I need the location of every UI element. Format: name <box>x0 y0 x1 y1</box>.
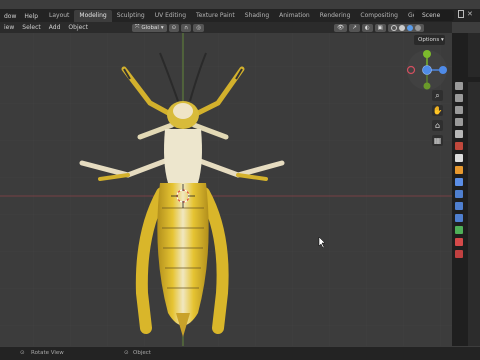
eye-icon: 👁 <box>337 24 345 31</box>
thorax <box>164 129 202 183</box>
solid-shading-icon[interactable] <box>398 24 405 31</box>
status-bar: ⊙ Rotate View ⊙ Object <box>0 347 480 360</box>
mouse-middle-icon: ⊙ <box>20 350 25 356</box>
particles-icon[interactable] <box>455 190 463 198</box>
top-right-icons: ✕ <box>458 10 473 18</box>
pivot-dropdown[interactable]: ⊙ <box>168 23 180 32</box>
viewport-nav-tools: ⌕ ✋ ⌂ ▦ <box>432 90 446 146</box>
modifier-icon[interactable] <box>455 178 463 186</box>
navigation-gizmo[interactable] <box>406 50 447 90</box>
constraints-icon[interactable] <box>455 214 463 222</box>
tab-animation[interactable]: Animation <box>274 10 315 22</box>
overlay-icon: ◐ <box>364 24 370 31</box>
options-button[interactable]: Options ▾ <box>414 35 445 45</box>
workspace-tabs: Layout Modeling Sculpting UV Editing Tex… <box>44 10 449 22</box>
data-icon[interactable] <box>455 226 463 234</box>
grid-view-icon[interactable]: ▦ <box>432 135 443 146</box>
proportional-toggle[interactable]: ◎ <box>193 23 205 32</box>
gizmo-z-positive[interactable] <box>439 66 447 74</box>
visibility-dropdown[interactable]: 👁 <box>334 23 348 32</box>
snap-toggle[interactable]: ∩ <box>181 23 192 32</box>
options-label: Options <box>418 37 440 43</box>
hand-icon[interactable]: ✋ <box>432 105 443 116</box>
collection-icon[interactable] <box>455 154 463 162</box>
tab-uv-editing[interactable]: UV Editing <box>150 10 191 22</box>
scene-icon[interactable] <box>455 130 463 138</box>
render-icon[interactable] <box>455 94 463 102</box>
add-menu[interactable]: Add <box>45 24 65 31</box>
xray-toggle[interactable]: ▣ <box>374 23 386 32</box>
status-left: Rotate View <box>31 350 64 356</box>
main-menu: dow Help <box>0 10 42 22</box>
gizmo-toggle[interactable]: ↗ <box>349 23 360 32</box>
tab-layout[interactable]: Layout <box>44 10 74 22</box>
viewport-header: iew Select Add Object ⤧ Global ▾ ⊙ ∩ ◎ 👁… <box>0 22 452 33</box>
tool-icon[interactable] <box>455 82 463 90</box>
zoom-icon[interactable]: ⌕ <box>432 90 443 101</box>
tab-texture-paint[interactable]: Texture Paint <box>191 10 240 22</box>
material-shading-icon[interactable] <box>406 24 413 31</box>
copy-icon[interactable] <box>458 10 464 18</box>
object-icon[interactable] <box>455 166 463 174</box>
proportional-icon: ◎ <box>196 24 202 31</box>
gizmo-y-positive[interactable] <box>423 50 431 58</box>
viewport-canvas <box>0 33 452 346</box>
camera-icon[interactable]: ⌂ <box>432 120 443 131</box>
tab-rendering[interactable]: Rendering <box>315 10 356 22</box>
gizmo-icon: ↗ <box>352 24 357 31</box>
magnet-icon: ∩ <box>184 24 189 31</box>
scene-selector[interactable]: Scene <box>414 10 454 21</box>
select-menu[interactable]: Select <box>18 24 45 31</box>
object-menu[interactable]: Object <box>64 24 92 31</box>
menu-help[interactable]: Help <box>20 13 42 20</box>
face <box>173 103 193 119</box>
texture-icon[interactable] <box>455 250 463 258</box>
properties-tabs <box>455 82 465 258</box>
menu-window[interactable]: dow <box>0 13 20 20</box>
material-icon[interactable] <box>455 238 463 246</box>
3d-viewport[interactable]: Options ▾ <box>0 33 452 346</box>
scene-name: Scene <box>422 12 441 19</box>
view-menu[interactable]: iew <box>0 24 18 31</box>
properties-panel <box>468 82 480 346</box>
tab-sculpting[interactable]: Sculpting <box>112 10 150 22</box>
mouse-right-icon: ⊙ <box>124 350 129 356</box>
rendered-shading-icon[interactable] <box>414 24 421 31</box>
chevron-down-icon: ▾ <box>160 24 164 31</box>
pivot-icon: ⊙ <box>171 24 177 31</box>
output-icon[interactable] <box>455 106 463 114</box>
chevron-down-icon: ▾ <box>440 37 444 43</box>
tab-modeling[interactable]: Modeling <box>74 10 112 22</box>
shading-modes[interactable] <box>387 23 424 32</box>
orientation-label: Global <box>141 24 159 31</box>
gizmo-y-negative[interactable] <box>423 82 431 90</box>
outliner-panel <box>468 33 480 77</box>
tab-compositing[interactable]: Compositing <box>355 10 403 22</box>
world-icon[interactable] <box>455 142 463 150</box>
transform-orientation-icon: ⤧ <box>134 24 140 30</box>
gizmo-center[interactable] <box>422 65 432 75</box>
close-icon[interactable]: ✕ <box>467 10 473 18</box>
status-right: Object <box>133 350 151 356</box>
tab-shading[interactable]: Shading <box>240 10 274 22</box>
overlay-toggle[interactable]: ◐ <box>361 23 373 32</box>
physics-icon[interactable] <box>455 202 463 210</box>
wireframe-shading-icon[interactable] <box>390 24 397 31</box>
view-layer-icon[interactable] <box>455 118 463 126</box>
orientation-dropdown[interactable]: ⤧ Global ▾ <box>131 23 167 32</box>
xray-icon: ▣ <box>377 24 383 31</box>
